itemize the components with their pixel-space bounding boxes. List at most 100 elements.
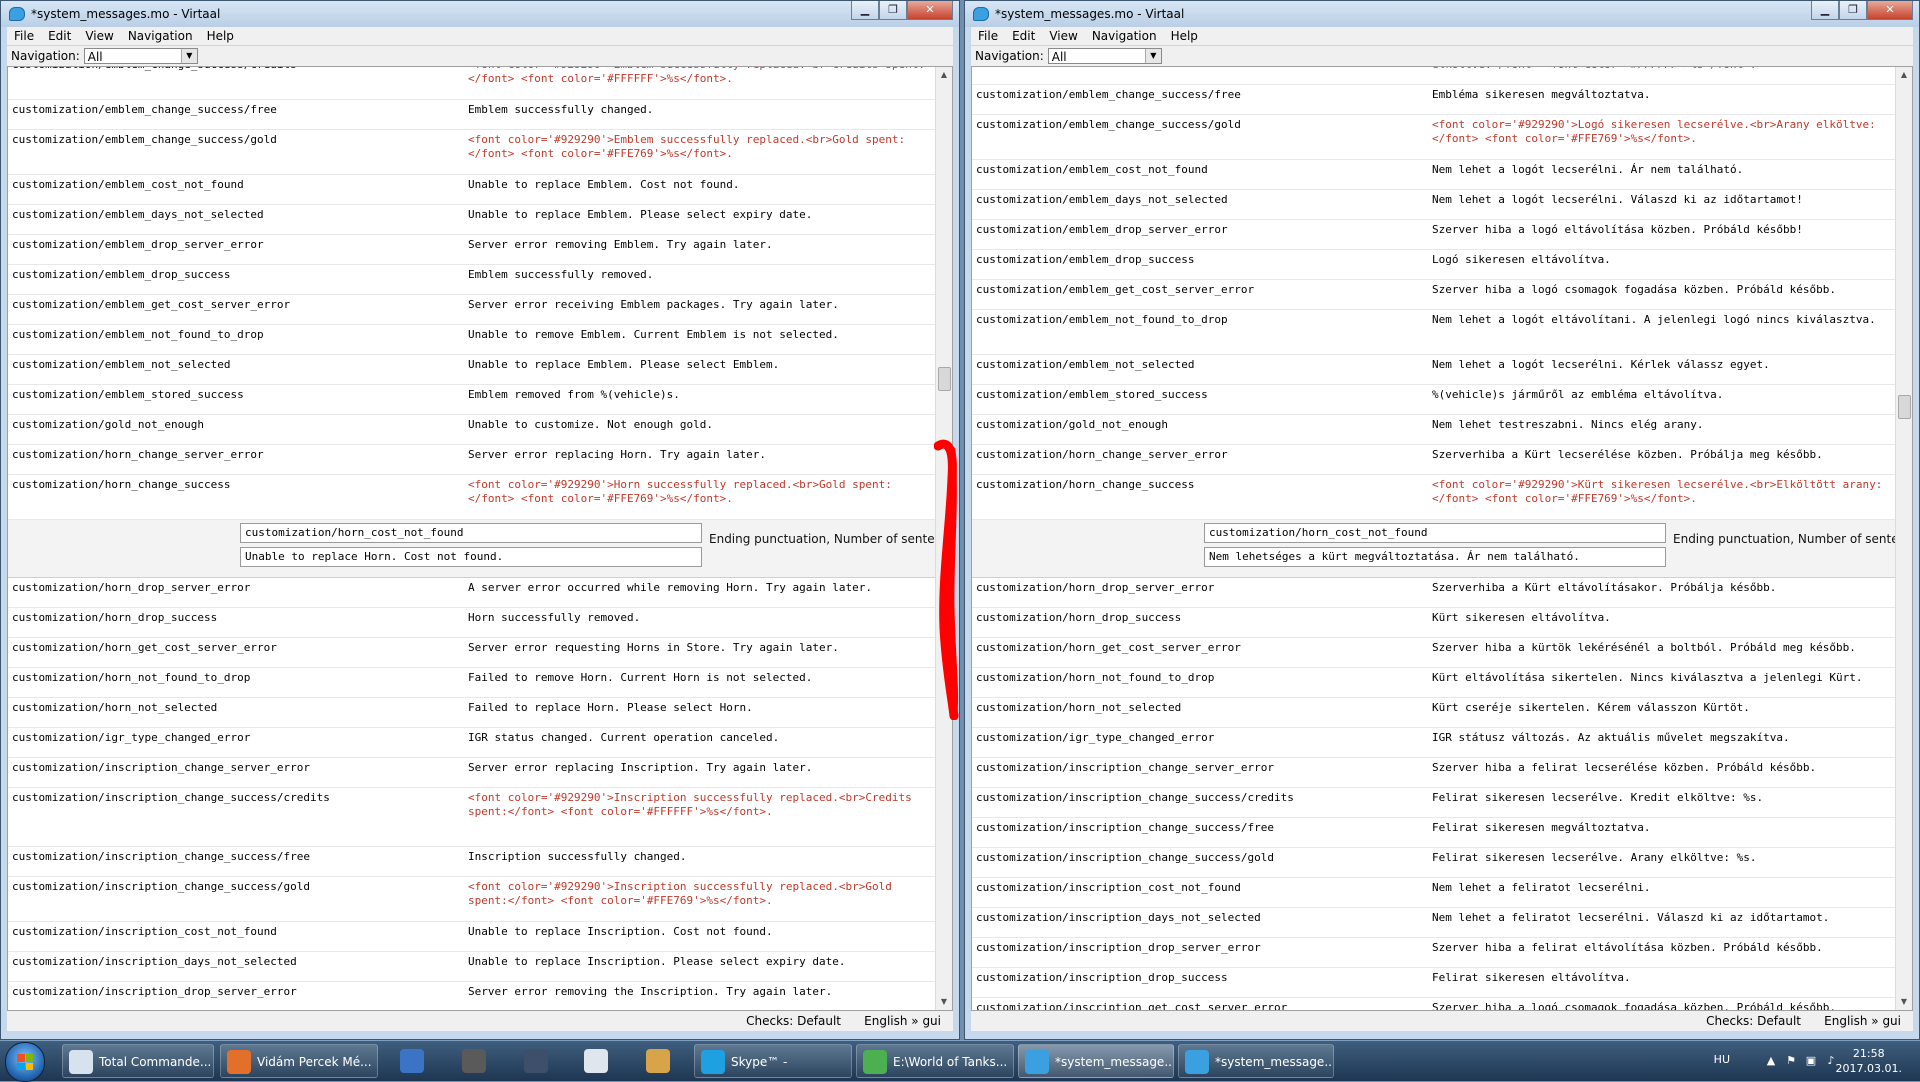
taskbar-button[interactable]: Skype™ - bbox=[694, 1044, 852, 1078]
language-indicator[interactable]: HU bbox=[1714, 1053, 1730, 1066]
table-row[interactable]: customization/horn_drop_success Horn succ… bbox=[8, 608, 936, 638]
maximize-button[interactable]: ❐ bbox=[1839, 1, 1867, 20]
table-row[interactable]: customization/emblem_change_success/gold… bbox=[8, 130, 936, 175]
chevron-down-icon[interactable]: ▼ bbox=[1144, 49, 1161, 63]
table-row[interactable]: customization/emblem_drop_success Emblem … bbox=[8, 265, 936, 295]
source-text-field[interactable]: customization/horn_cost_not_found bbox=[240, 523, 702, 543]
scroll-up-icon[interactable]: ▲ bbox=[936, 67, 952, 83]
language-pair-status[interactable]: English » gui bbox=[1824, 1011, 1901, 1031]
table-row[interactable]: customization/igr_type_changed_error IGR … bbox=[972, 728, 1896, 758]
table-row[interactable]: customization/inscription_change_success… bbox=[8, 877, 936, 922]
target-text-field[interactable]: Unable to replace Horn. Cost not found. bbox=[240, 547, 702, 567]
scrollbar-thumb[interactable] bbox=[1898, 395, 1911, 419]
table-row[interactable]: customization/inscription_change_success… bbox=[972, 788, 1896, 818]
table-row[interactable]: customization/emblem_drop_server_error Se… bbox=[8, 235, 936, 265]
maximize-button[interactable]: ❐ bbox=[879, 1, 907, 20]
clock[interactable]: 21:58 2017.03.01. bbox=[1836, 1046, 1902, 1076]
table-row[interactable]: customization/emblem_get_cost_server_err… bbox=[8, 295, 936, 325]
table-row[interactable]: customization/inscription_change_success… bbox=[8, 788, 936, 847]
table-row[interactable]: elköltve:</font> <font color='#FFFFFF'>%… bbox=[972, 67, 1896, 85]
table-row[interactable]: customization/inscription_change_server_… bbox=[8, 758, 936, 788]
table-row[interactable]: customization/horn_change_server_error Sz… bbox=[972, 445, 1896, 475]
target-text-field[interactable]: Nem lehetséges a kürt megváltoztatása. Á… bbox=[1204, 547, 1666, 567]
close-button[interactable]: ✕ bbox=[1867, 1, 1913, 20]
pinned-app[interactable] bbox=[448, 1044, 500, 1078]
table-row[interactable]: customization/inscription_change_success… bbox=[8, 847, 936, 877]
table-row[interactable]: customization/inscription_cost_not_found… bbox=[972, 878, 1896, 908]
pinned-app[interactable] bbox=[570, 1044, 622, 1078]
menu-navigation[interactable]: Navigation bbox=[1085, 29, 1164, 43]
table-row[interactable]: customization/inscription_get_cost_serve… bbox=[972, 998, 1896, 1010]
taskbar-button[interactable]: *system_message... bbox=[1178, 1044, 1334, 1078]
table-row[interactable]: customization/horn_not_selected Failed to… bbox=[8, 698, 936, 728]
table-row[interactable]: customization/horn_get_cost_server_error… bbox=[972, 638, 1896, 668]
chevron-down-icon[interactable]: ▼ bbox=[180, 49, 197, 63]
menu-view[interactable]: View bbox=[1042, 29, 1084, 43]
table-row[interactable]: customization/horn_get_cost_server_error… bbox=[8, 638, 936, 668]
language-pair-status[interactable]: English » gui bbox=[864, 1011, 941, 1031]
table-row[interactable]: customization/emblem_stored_success %(veh… bbox=[972, 385, 1896, 415]
taskbar-button[interactable]: Total Commande... bbox=[62, 1044, 214, 1078]
scrollbar-thumb[interactable] bbox=[938, 367, 951, 391]
taskbar-button[interactable]: *system_message... bbox=[1018, 1044, 1174, 1078]
table-row[interactable]: customization/emblem_drop_success Logó si… bbox=[972, 250, 1896, 280]
table-row[interactable]: customization/inscription_change_success… bbox=[972, 848, 1896, 878]
table-row[interactable]: customization/inscription_change_server_… bbox=[972, 758, 1896, 788]
taskbar-button[interactable]: Vidám Percek Mé... bbox=[220, 1044, 378, 1078]
menu-file[interactable]: File bbox=[971, 29, 1005, 43]
menu-help[interactable]: Help bbox=[200, 29, 241, 43]
table-row[interactable]: customization/horn_not_found_to_drop Fail… bbox=[8, 668, 936, 698]
table-row[interactable]: customization/emblem_get_cost_server_err… bbox=[972, 280, 1896, 310]
scroll-down-icon[interactable]: ▼ bbox=[1896, 994, 1912, 1010]
table-row[interactable]: customization/inscription_drop_server_er… bbox=[972, 938, 1896, 968]
checks-status[interactable]: Checks: Default bbox=[746, 1011, 841, 1031]
table-row[interactable]: customization/inscription_change_success… bbox=[972, 818, 1896, 848]
pinned-app[interactable] bbox=[632, 1044, 684, 1078]
network-icon[interactable]: ▣ bbox=[1804, 1054, 1818, 1068]
table-row[interactable]: customization/emblem_not_selected Unable … bbox=[8, 355, 936, 385]
table-row[interactable]: customization/emblem_days_not_selected Un… bbox=[8, 205, 936, 235]
minimize-button[interactable]: ▁ bbox=[1811, 1, 1839, 20]
table-row[interactable]: customization/horn_change_success <font c… bbox=[972, 475, 1896, 520]
table-row[interactable]: customization/emblem_drop_server_error Sz… bbox=[972, 220, 1896, 250]
pinned-app[interactable] bbox=[386, 1044, 438, 1078]
taskbar-button[interactable]: E:\World of Tanks... bbox=[856, 1044, 1014, 1078]
table-row[interactable]: customization/horn_change_success <font c… bbox=[8, 475, 936, 520]
menu-view[interactable]: View bbox=[78, 29, 120, 43]
scroll-down-icon[interactable]: ▼ bbox=[936, 994, 952, 1010]
table-row[interactable]: customization/inscription_days_not_selec… bbox=[972, 908, 1896, 938]
table-row[interactable]: customization/horn_drop_server_error Szer… bbox=[972, 578, 1896, 608]
table-row[interactable]: customization/emblem_change_success/gold… bbox=[972, 115, 1896, 160]
table-row[interactable]: customization/inscription_cost_not_found… bbox=[8, 922, 936, 952]
show-hidden-icons-icon[interactable]: ▲ bbox=[1764, 1054, 1778, 1068]
navigation-filter-select[interactable]: All ▼ bbox=[83, 48, 198, 64]
minimize-button[interactable]: ▁ bbox=[851, 1, 879, 20]
table-row[interactable]: customization/horn_not_found_to_drop Kürt… bbox=[972, 668, 1896, 698]
table-row[interactable]: customization/emblem_not_found_to_drop Un… bbox=[8, 325, 936, 355]
table-row[interactable]: customization/emblem_stored_success Emble… bbox=[8, 385, 936, 415]
source-text-field[interactable]: customization/horn_cost_not_found bbox=[1204, 523, 1666, 543]
table-row[interactable]: customization/emblem_not_found_to_drop Ne… bbox=[972, 310, 1896, 355]
start-button[interactable] bbox=[5, 1042, 45, 1082]
table-row[interactable]: customization/emblem_change_success/free… bbox=[972, 85, 1896, 115]
table-row[interactable]: customization/inscription_drop_server_er… bbox=[8, 982, 936, 1010]
table-row[interactable]: customization/horn_change_server_error Se… bbox=[8, 445, 936, 475]
menu-edit[interactable]: Edit bbox=[1005, 29, 1042, 43]
pinned-app[interactable] bbox=[510, 1044, 562, 1078]
action-center-flag-icon[interactable]: ⚑ bbox=[1784, 1054, 1798, 1068]
table-row[interactable]: customization/emblem_cost_not_found Unabl… bbox=[8, 175, 936, 205]
navigation-filter-select[interactable]: All ▼ bbox=[1047, 48, 1162, 64]
table-row[interactable]: customization/gold_not_enough Nem lehet t… bbox=[972, 415, 1896, 445]
table-row[interactable]: customization/inscription_drop_success Fe… bbox=[972, 968, 1896, 998]
table-row[interactable]: customization/emblem_change_success/cred… bbox=[8, 67, 936, 100]
menu-file[interactable]: File bbox=[7, 29, 41, 43]
close-button[interactable]: ✕ bbox=[907, 1, 953, 20]
menu-edit[interactable]: Edit bbox=[41, 29, 78, 43]
table-row[interactable]: customization/horn_drop_success Kürt sike… bbox=[972, 608, 1896, 638]
table-row[interactable]: customization/emblem_change_success/free… bbox=[8, 100, 936, 130]
table-row[interactable]: customization/gold_not_enough Unable to c… bbox=[8, 415, 936, 445]
checks-status[interactable]: Checks: Default bbox=[1706, 1011, 1801, 1031]
menu-navigation[interactable]: Navigation bbox=[121, 29, 200, 43]
table-row[interactable]: customization/inscription_days_not_selec… bbox=[8, 952, 936, 982]
vertical-scrollbar[interactable]: ▲ ▼ bbox=[1895, 67, 1912, 1010]
